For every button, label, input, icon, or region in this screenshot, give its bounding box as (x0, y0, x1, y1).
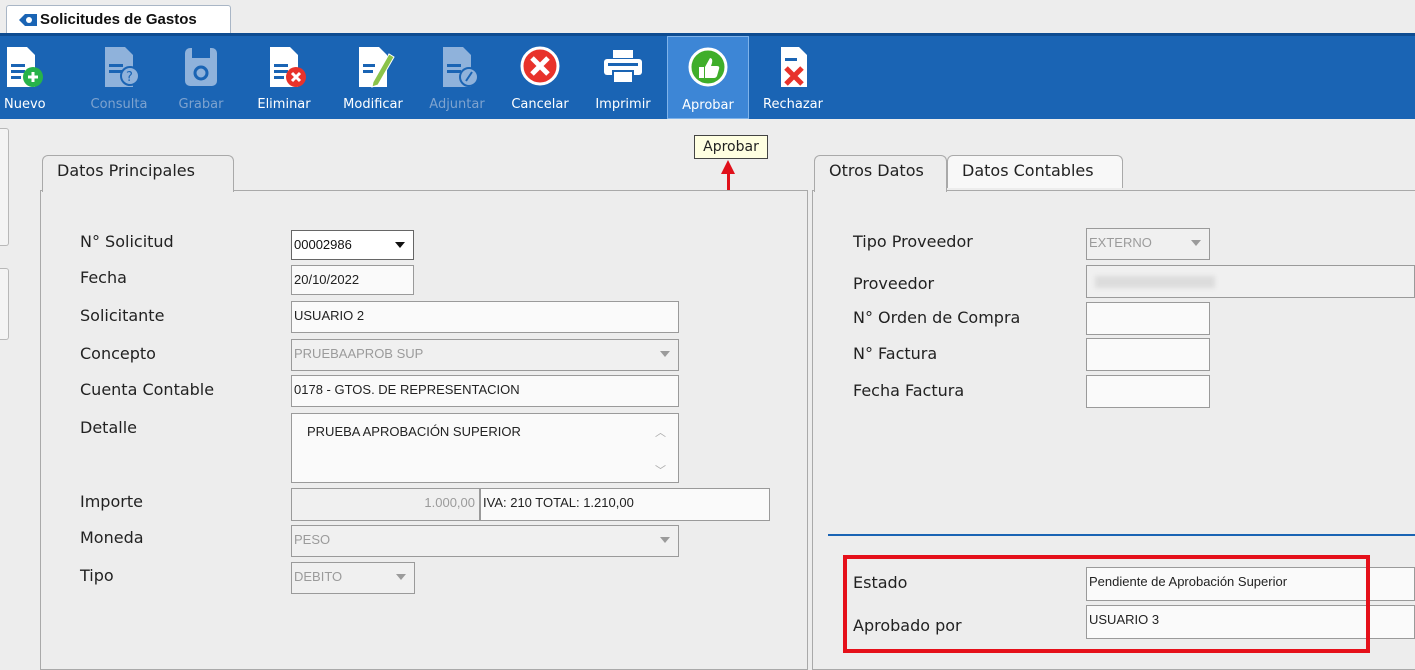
detalle-value: PRUEBA APROBACIÓN SUPERIOR (307, 424, 521, 439)
cuenta-label: Cuenta Contable (80, 380, 215, 399)
save-label: Grabar (178, 97, 224, 112)
svg-text:?: ? (126, 70, 133, 85)
moneda-select[interactable]: PESO (291, 525, 679, 557)
concepto-value: PRUEBAAPROB SUP (294, 346, 424, 361)
fecha-factura-field[interactable] (1086, 375, 1210, 408)
cuenta-field[interactable]: 0178 - GTOS. DE REPRESENTACION (291, 375, 679, 407)
chevron-down-icon (395, 242, 405, 248)
approve-button[interactable]: Aprobar (667, 36, 749, 119)
fecha-value: 20/10/2022 (294, 272, 360, 287)
new-document-icon (7, 47, 43, 87)
cuenta-value: 0178 - GTOS. DE REPRESENTACION (294, 382, 520, 397)
save-disk-icon (185, 48, 217, 86)
reject-button[interactable]: Rechazar (754, 36, 832, 119)
solicitud-select[interactable]: 00002986 (291, 230, 414, 260)
tab-datos-contables[interactable]: Datos Contables (947, 155, 1123, 188)
importe-label: Importe (80, 492, 143, 511)
importe-value: 1.000,00 (424, 495, 475, 510)
side-rail-secondary[interactable] (0, 268, 9, 340)
tipo-proveedor-select[interactable]: EXTERNO (1086, 228, 1210, 260)
solicitud-value: 00002986 (294, 237, 352, 252)
toolbar: Nuevo ? Consulta Grabar Eliminar Modific… (0, 33, 1415, 119)
save-button[interactable]: Grabar (168, 36, 234, 119)
tipo-proveedor-value: EXTERNO (1089, 235, 1152, 250)
chevron-down-icon (660, 351, 670, 357)
concepto-label: Concepto (80, 344, 156, 363)
section-divider (828, 534, 1415, 536)
query-label: Consulta (90, 97, 148, 112)
tab-datos-principales[interactable]: Datos Principales (42, 155, 234, 192)
new-label: Nuevo (4, 97, 46, 112)
query-document-icon: ? (105, 47, 140, 87)
tipo-proveedor-label: Tipo Proveedor (853, 232, 973, 251)
fecha-label: Fecha (80, 268, 127, 287)
window-tab[interactable]: Solicitudes de Gastos (6, 5, 231, 34)
app-logo-icon (19, 14, 37, 26)
new-button[interactable]: Nuevo (4, 36, 46, 119)
scroll-down-icon[interactable]: ﹀ (655, 462, 666, 480)
print-button[interactable]: Imprimir (588, 36, 658, 119)
cancel-label: Cancelar (511, 97, 569, 112)
fecha-field[interactable]: 20/10/2022 (291, 265, 414, 295)
delete-document-icon (270, 47, 306, 87)
detalle-textarea[interactable]: PRUEBA APROBACIÓN SUPERIOR ︿ ﹀ (291, 413, 679, 483)
importe-total-field: IVA: 210 TOTAL: 1.210,00 (480, 488, 770, 521)
edit-document-icon (359, 47, 395, 88)
proveedor-label: Proveedor (853, 274, 935, 293)
detalle-label: Detalle (80, 418, 137, 437)
window-title: Solicitudes de Gastos (40, 11, 197, 28)
chevron-down-icon (1191, 240, 1201, 246)
attach-button[interactable]: Adjuntar (422, 36, 492, 119)
factura-field[interactable] (1086, 338, 1210, 371)
tab-datos-principales-label: Datos Principales (57, 161, 195, 180)
printer-icon (604, 50, 642, 84)
thumbs-up-icon (688, 47, 728, 87)
moneda-value: PESO (294, 532, 331, 547)
approve-tooltip: Aprobar (694, 135, 768, 159)
moneda-label: Moneda (80, 528, 144, 547)
tipo-select[interactable]: DEBITO (291, 562, 415, 594)
importe-field[interactable]: 1.000,00 (291, 488, 480, 521)
attach-label: Adjuntar (429, 97, 485, 112)
cancel-icon (520, 46, 560, 86)
concepto-select[interactable]: PRUEBAAPROB SUP (291, 339, 679, 371)
tipo-value: DEBITO (294, 569, 343, 584)
edit-label: Modificar (343, 97, 403, 112)
delete-button[interactable]: Eliminar (250, 36, 318, 119)
delete-label: Eliminar (257, 97, 311, 112)
print-label: Imprimir (595, 97, 651, 112)
scroll-up-icon[interactable]: ︿ (655, 424, 666, 442)
orden-compra-label: N° Orden de Compra (853, 308, 1021, 327)
reject-document-icon (781, 47, 807, 87)
cancel-button[interactable]: Cancelar (504, 36, 576, 119)
edit-button[interactable]: Modificar (334, 36, 412, 119)
tab-otros-datos[interactable]: Otros Datos (814, 155, 947, 192)
chevron-down-icon (396, 574, 406, 580)
tab-otros-datos-label: Otros Datos (829, 161, 924, 180)
side-rail[interactable] (0, 128, 9, 246)
tipo-label: Tipo (80, 566, 114, 585)
solicitante-field[interactable]: USUARIO 2 (291, 301, 679, 333)
reject-label: Rechazar (763, 97, 823, 112)
solicitante-value: USUARIO 2 (294, 308, 365, 323)
query-button[interactable]: ? Consulta (84, 36, 154, 119)
factura-label: N° Factura (853, 344, 938, 363)
solicitante-label: Solicitante (80, 306, 165, 325)
fecha-factura-label: Fecha Factura (853, 381, 965, 400)
proveedor-field[interactable] (1086, 265, 1415, 298)
chevron-down-icon (660, 537, 670, 543)
orden-compra-field[interactable] (1086, 302, 1210, 335)
approve-label: Aprobar (682, 98, 734, 113)
attach-document-icon (443, 47, 479, 87)
proveedor-redacted (1095, 276, 1215, 288)
importe-total-value: IVA: 210 TOTAL: 1.210,00 (483, 495, 634, 510)
solicitud-label: N° Solicitud (80, 232, 174, 251)
highlight-box (843, 555, 1370, 653)
tab-datos-contables-label: Datos Contables (962, 161, 1094, 180)
